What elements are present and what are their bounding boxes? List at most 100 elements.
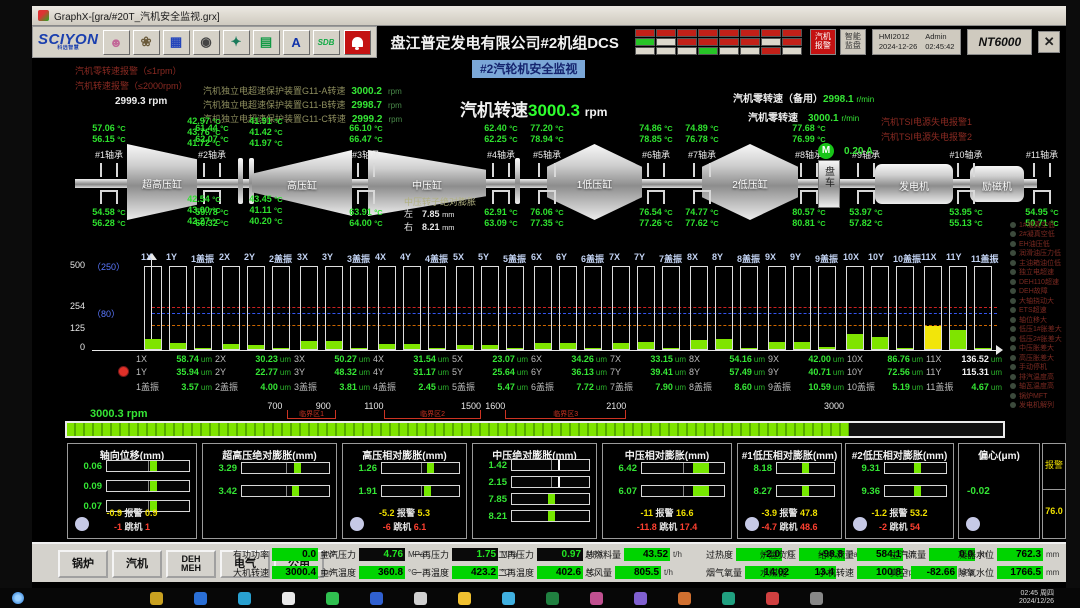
rpm-tick-3000: 3000	[824, 396, 844, 414]
gauge-bar	[641, 462, 725, 474]
alarm-bell-icon[interactable]	[344, 30, 371, 55]
vib-x-axis	[92, 350, 1000, 351]
sidebar-alarm-item: 1#凝真空低	[1010, 220, 1068, 230]
dcs-screen: GraphX-[gra/#20T_汽机安全监视.grx] SCIYON科远智慧 …	[32, 6, 1066, 588]
vib-bar-11X	[924, 266, 942, 350]
alarm-lamp-icon	[1010, 393, 1016, 399]
alarm-matrix-cell	[656, 29, 676, 37]
vib-bar-fill	[897, 348, 913, 350]
vib-bar-fill	[429, 348, 445, 350]
alarm-lamp-icon	[1010, 307, 1016, 313]
shaft-coupling-disc	[515, 158, 520, 204]
rpm-tick-1100: 1100	[364, 396, 383, 414]
alarm-lamp-icon	[1010, 269, 1016, 275]
taskbar-clock[interactable]: 02:45 周四 2024/12/26	[1019, 590, 1054, 606]
sidebar-alarm-item: DEH故障	[1010, 287, 1068, 297]
monitor-icon[interactable]: ▦	[163, 30, 190, 55]
eccentric-alarm-value: 76.0	[1043, 490, 1065, 516]
gauge-row: 0.06	[72, 460, 190, 472]
operators-icon[interactable]: ☻	[103, 30, 130, 55]
component-label: 发电机	[875, 178, 953, 193]
gauge-value: 7.85	[477, 494, 507, 505]
close-icon[interactable]: ✕	[1038, 31, 1060, 53]
gauge-bar	[511, 459, 590, 471]
ja-tool-icon[interactable]: A	[283, 30, 310, 55]
taskbar-app-icon[interactable]	[546, 592, 559, 605]
bearing-top-temps: 77.20 °C78.94 °C	[516, 123, 578, 145]
taskbar-app-icon[interactable]	[414, 592, 427, 605]
turbine-component-发电机: 发电机	[875, 164, 953, 204]
taskbar-app-icon[interactable]	[458, 592, 471, 605]
gauge-value: 3.42	[207, 486, 237, 497]
gauge-bar	[381, 462, 460, 474]
display-icon[interactable]: ✦	[223, 30, 250, 55]
vib-bar-fill	[794, 342, 810, 349]
view-button[interactable]: 智能监盘	[840, 29, 866, 55]
nt6000-logo: NT6000	[967, 29, 1032, 55]
taskbar-app-icon[interactable]	[634, 592, 647, 605]
vib-bar-11盖振	[974, 266, 992, 350]
gauge-row: 8.21	[477, 510, 590, 522]
metric-label: 二再压力	[498, 548, 534, 561]
rpm-tick-700: 700	[267, 396, 282, 414]
nav-button-锅炉[interactable]: 锅炉	[58, 550, 108, 578]
taskbar-app-icon[interactable]	[282, 592, 295, 605]
alarm-lamp-icon	[1010, 364, 1016, 370]
panel-status-lamp	[75, 517, 89, 531]
bearing-label: #3轴承	[337, 148, 395, 161]
turning-gear-current: 0.20 A	[844, 146, 873, 157]
bearing-label: #10轴承	[937, 148, 995, 161]
taskbar-app-icon[interactable]	[766, 592, 779, 605]
taskbar-app-icon[interactable]	[238, 592, 251, 605]
gauge-row: 3.29	[207, 462, 330, 474]
vib-table-col-6: 6X34.26um 6Y36.13um 6盖振7.72um	[531, 354, 607, 393]
bearing-bottom-temps: 63.91 °C64.00 °C	[335, 207, 397, 229]
sidebar-alarm-item: 排汽温度高	[1010, 372, 1068, 382]
alarm-matrix-cell	[677, 38, 697, 46]
sdb-icon[interactable]: SDB	[313, 30, 340, 55]
gauge-row: 1.91	[347, 485, 460, 497]
taskbar-app-icon[interactable]	[678, 592, 691, 605]
vib-bar-7X	[612, 266, 630, 350]
panel-#2低压相对膨胀(mm): #2低压相对膨胀(mm)9.31 9.36 -1.2 报警 53.2-2 跳机 …	[845, 443, 954, 539]
bearing-bottom-temps: 54.58 °C56.28 °C	[78, 207, 140, 229]
panel-轴向位移(mm): 轴向位移(mm)0.06 0.09 0.07 -0.9 报警 0.9-1 跳机 …	[67, 443, 197, 539]
gauge-row: 9.36	[850, 485, 947, 497]
alarm-lamp-icon	[1010, 326, 1016, 332]
panel-title: 中压相对膨胀(mm)	[603, 444, 731, 462]
gauge-row: 6.07	[607, 485, 725, 497]
keyboard-icon[interactable]: ❀	[133, 30, 160, 55]
metric-label: 真空	[890, 566, 908, 579]
gauge-value: 3.29	[207, 463, 237, 474]
taskbar-app-icon[interactable]	[194, 592, 207, 605]
taskbar-app-icon[interactable]	[502, 592, 515, 605]
alarm-matrix-cell	[782, 47, 802, 55]
vib-table-col-5: 5X23.07um 5Y25.64um 5盖振5.47um	[452, 354, 528, 393]
taskbar-app-icon[interactable]	[590, 592, 603, 605]
printer-icon[interactable]: ◉	[193, 30, 220, 55]
alarm-matrix-cell	[740, 47, 760, 55]
vib-bar-fill	[301, 341, 317, 349]
alarm-limits: -11 报警 16.6	[603, 506, 731, 519]
clock-date: 2024/12/26	[1019, 598, 1054, 605]
metric-一再温度: 一再温度 423.2 °C	[413, 565, 510, 580]
taskbar-app-icon[interactable]	[810, 592, 823, 605]
taskbar-app-icon[interactable]	[370, 592, 383, 605]
panel-中压绝对膨胀(mm): 中压绝对膨胀(mm)1.42 2.15 7.85 8.21	[472, 443, 597, 539]
start-button-icon[interactable]	[12, 592, 24, 604]
taskbar-app-icon[interactable]	[722, 592, 735, 605]
rpm-progress-fill	[67, 423, 849, 436]
nav-button-汽机[interactable]: 汽机	[112, 550, 162, 578]
taskbar-app-icon[interactable]	[326, 592, 339, 605]
hmi-user: Admin	[925, 32, 946, 41]
alarm-lamp-icon	[1010, 231, 1016, 237]
taskbar-app-icon[interactable]	[150, 592, 163, 605]
metric-总燃料量: 总燃料量 43.52 t/h	[585, 547, 682, 562]
folder-icon[interactable]: ▤	[253, 30, 280, 55]
gauge-value: 8.21	[477, 511, 507, 522]
vib-bar-9X	[768, 266, 786, 350]
turbine-alarm-button[interactable]: 汽机报警	[810, 29, 836, 55]
sidebar-alarm-item: ETS超速	[1010, 306, 1068, 316]
gauge-value: 0.06	[72, 461, 102, 472]
nav-button-DEHMEH[interactable]: DEHMEH	[166, 550, 216, 578]
